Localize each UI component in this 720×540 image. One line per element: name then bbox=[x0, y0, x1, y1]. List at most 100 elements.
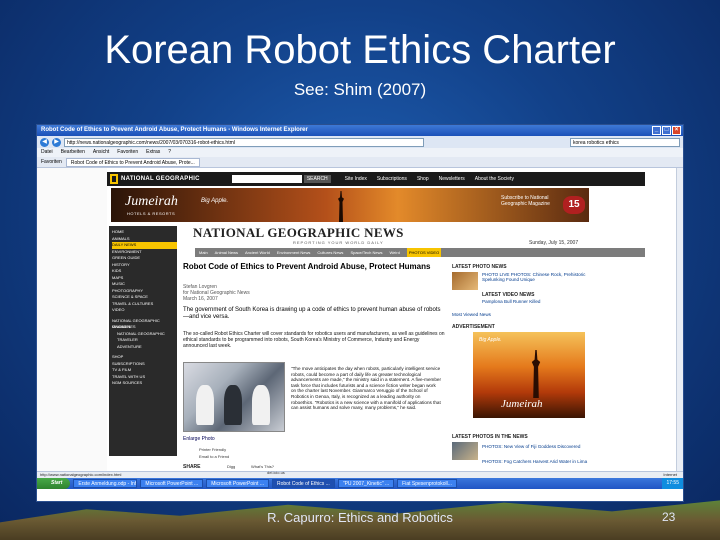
digg-link[interactable]: Digg bbox=[227, 464, 235, 469]
most-viewed-link[interactable]: Most Viewed News bbox=[452, 312, 491, 317]
system-tray-clock[interactable]: 17:55 bbox=[662, 478, 683, 489]
ng-nav-item[interactable]: Site Index bbox=[345, 176, 367, 182]
menu-item[interactable]: Extras bbox=[146, 148, 160, 157]
ng-search-button[interactable]: SEARCH bbox=[303, 175, 331, 183]
maximize-icon[interactable]: □ bbox=[662, 126, 671, 135]
status-bar: http://www.nationalgeographic.com/index.… bbox=[37, 471, 683, 478]
news-nav-item[interactable]: Space/Tech News bbox=[350, 248, 382, 257]
search-input[interactable]: korea robotics ethics bbox=[570, 137, 680, 147]
news-nav: Main Animal News Ancient World Environme… bbox=[195, 248, 645, 257]
news-nav-item[interactable]: Cultures News bbox=[317, 248, 343, 257]
taskbar-button[interactable]: Microsoft PowerPoint ... bbox=[140, 479, 204, 488]
latest-photo-news-heading: LATEST PHOTO NEWS bbox=[452, 264, 507, 270]
photo-person bbox=[252, 385, 270, 425]
ng-nav-item[interactable]: Shop bbox=[417, 176, 429, 182]
window-title: Robot Code of Ethics to Prevent Android … bbox=[41, 127, 308, 133]
statue-of-liberty-icon bbox=[531, 350, 541, 398]
ng-nav-item[interactable]: About the Society bbox=[475, 176, 514, 182]
page-gutter bbox=[37, 168, 107, 471]
forward-icon[interactable]: ▶ bbox=[52, 137, 61, 147]
ng-logo[interactable]: NATIONAL GEOGRAPHIC bbox=[121, 176, 200, 182]
ad-banner[interactable]: Jumeirah HOTELS & RESORTS Big Apple. Sub… bbox=[111, 188, 589, 222]
news-masthead[interactable]: NATIONAL GEOGRAPHIC NEWS bbox=[193, 225, 404, 241]
news-date: Sunday, July 15, 2007 bbox=[529, 240, 579, 246]
article-headline: Robot Code of Ethics to Prevent Android … bbox=[183, 262, 431, 271]
news-photo-item[interactable]: PHOTOS: Fog Catchers Harvest Arid Water … bbox=[482, 459, 592, 464]
back-icon[interactable]: ◀ bbox=[40, 137, 49, 147]
taskbar-button[interactable]: Erste Anmeldung.odp - Info... bbox=[73, 479, 138, 488]
ad-tagline: Big Apple. bbox=[201, 198, 229, 204]
page-viewport: NATIONAL GEOGRAPHIC SEARCH Site Index Su… bbox=[37, 168, 683, 475]
menu-item[interactable]: Favoriten bbox=[117, 148, 138, 157]
article-photo[interactable] bbox=[183, 362, 285, 432]
ng-header: NATIONAL GEOGRAPHIC SEARCH Site Index Su… bbox=[107, 172, 645, 186]
news-nav-item[interactable]: Ancient World bbox=[245, 248, 270, 257]
news-nav-item[interactable]: Animal News bbox=[215, 248, 238, 257]
ad-brand: Jumeirah bbox=[125, 194, 178, 209]
window-titlebar[interactable]: Robot Code of Ethics to Prevent Android … bbox=[37, 125, 683, 136]
browser-window: Robot Code of Ethics to Prevent Android … bbox=[36, 124, 684, 502]
close-icon[interactable]: × bbox=[672, 126, 681, 135]
slide-title: Korean Robot Ethics Charter bbox=[104, 28, 616, 72]
web-page: NATIONAL GEOGRAPHIC SEARCH Site Index Su… bbox=[37, 168, 676, 475]
ad-brand-sub: HOTELS & RESORTS bbox=[127, 211, 176, 216]
address-input[interactable]: http://news.nationalgeographic.com/news/… bbox=[64, 137, 424, 147]
delicious-link[interactable]: del.icio.us bbox=[267, 470, 285, 475]
start-button[interactable]: Start bbox=[37, 478, 71, 489]
address-bar: ◀ ▶ http://news.nationalgeographic.com/n… bbox=[37, 136, 683, 148]
ng-nav-item[interactable]: Subscriptions bbox=[377, 176, 407, 182]
nav-item-magazine-adventure[interactable]: Adventure bbox=[112, 344, 177, 351]
email-friend-link[interactable]: Email to a Friend bbox=[199, 454, 229, 459]
whats-this-link[interactable]: What's This? bbox=[251, 464, 274, 469]
tab-bar: Favoriten Robot Code of Ethics to Preven… bbox=[37, 157, 683, 168]
ng-nav-item[interactable]: Newsletters bbox=[439, 176, 465, 182]
enlarge-photo-link[interactable]: Enlarge Photo bbox=[183, 436, 215, 442]
nav-item-video[interactable]: Video bbox=[112, 307, 177, 314]
printer-friendly-link[interactable]: Printer Friendly bbox=[199, 447, 226, 452]
slide-footer: R. Capurro: Ethics and Robotics bbox=[267, 510, 453, 525]
favorites-button[interactable]: Favoriten bbox=[41, 159, 62, 165]
news-nav-item[interactable]: Environment News bbox=[277, 248, 311, 257]
menu-item[interactable]: ? bbox=[168, 148, 171, 157]
subscribe-link[interactable]: Subscribe to National Geographic Magazin… bbox=[501, 195, 551, 207]
menu-item[interactable]: Datei bbox=[41, 148, 53, 157]
article-quote: "The move anticipates the day when robot… bbox=[291, 366, 441, 411]
news-nav-item[interactable]: Main bbox=[199, 248, 208, 257]
left-nav: Home Animals Daily News Environment Gree… bbox=[109, 226, 177, 456]
news-nav-item[interactable]: Weird bbox=[389, 248, 399, 257]
taskbar-button[interactable]: Microsoft PowerPoint ... bbox=[206, 479, 269, 488]
sidebar-ad[interactable]: Big Apple. Jumeirah bbox=[473, 332, 585, 418]
tab-active[interactable]: Robot Code of Ethics to Prevent Android … bbox=[65, 157, 200, 167]
photo-news-item[interactable]: PHOTO LIVE PHOTOS: Chinese Rock, Prehist… bbox=[482, 272, 592, 283]
nav-item-ngm-sources[interactable]: NGM Sources bbox=[112, 380, 177, 387]
video-news-item[interactable]: Pamplona Bull Runner Killed bbox=[482, 299, 592, 304]
article-body: The so-called Robot Ethics Charter will … bbox=[183, 331, 445, 349]
menu-item[interactable]: Bearbeiten bbox=[61, 148, 85, 157]
ng-search-input[interactable] bbox=[231, 175, 302, 183]
taskbar-button-active[interactable]: Robot Code of Ethics ... bbox=[272, 479, 335, 488]
statue-of-liberty-icon bbox=[338, 191, 344, 222]
photo-news-thumbnail[interactable] bbox=[452, 272, 478, 290]
news-photo-thumbnail[interactable] bbox=[452, 442, 478, 460]
sidebar-ad-brand: Jumeirah bbox=[501, 398, 543, 410]
share-label: SHARE bbox=[183, 464, 201, 470]
ng-logo-icon[interactable] bbox=[110, 174, 118, 184]
taskbar-button[interactable]: "PU 2007_Kinetic" ... bbox=[337, 479, 395, 488]
news-nav-photos-video[interactable]: PHOTOS VIDEO bbox=[406, 248, 442, 257]
menu-item[interactable]: Ansicht bbox=[93, 148, 109, 157]
photo-person bbox=[224, 385, 242, 425]
minimize-icon[interactable]: _ bbox=[652, 126, 661, 135]
slide-subtitle: See: Shim (2007) bbox=[293, 80, 427, 99]
vertical-scrollbar[interactable] bbox=[676, 168, 683, 471]
article-lede: The government of South Korea is drawing… bbox=[183, 307, 441, 320]
sidebar-ad-tag: Big Apple. bbox=[479, 337, 502, 343]
menu-bar: Datei Bearbeiten Ansicht Favoriten Extra… bbox=[37, 148, 683, 157]
news-photo-item[interactable]: PHOTOS: New View of Fiji Goddess Discove… bbox=[482, 444, 592, 449]
ad-badge: 15 bbox=[563, 196, 585, 214]
taskbar-button[interactable]: Fiat Spesenprotokoll... bbox=[397, 479, 457, 488]
photo-person bbox=[196, 385, 214, 425]
article-byline: Stefan Lovgren for National Geographic N… bbox=[183, 284, 250, 302]
news-masthead-sub: REPORTING YOUR WORLD DAILY bbox=[293, 240, 384, 245]
slide-page-number: 23 bbox=[662, 510, 676, 524]
advertisement-label: ADVERTISEMENT bbox=[452, 324, 495, 330]
